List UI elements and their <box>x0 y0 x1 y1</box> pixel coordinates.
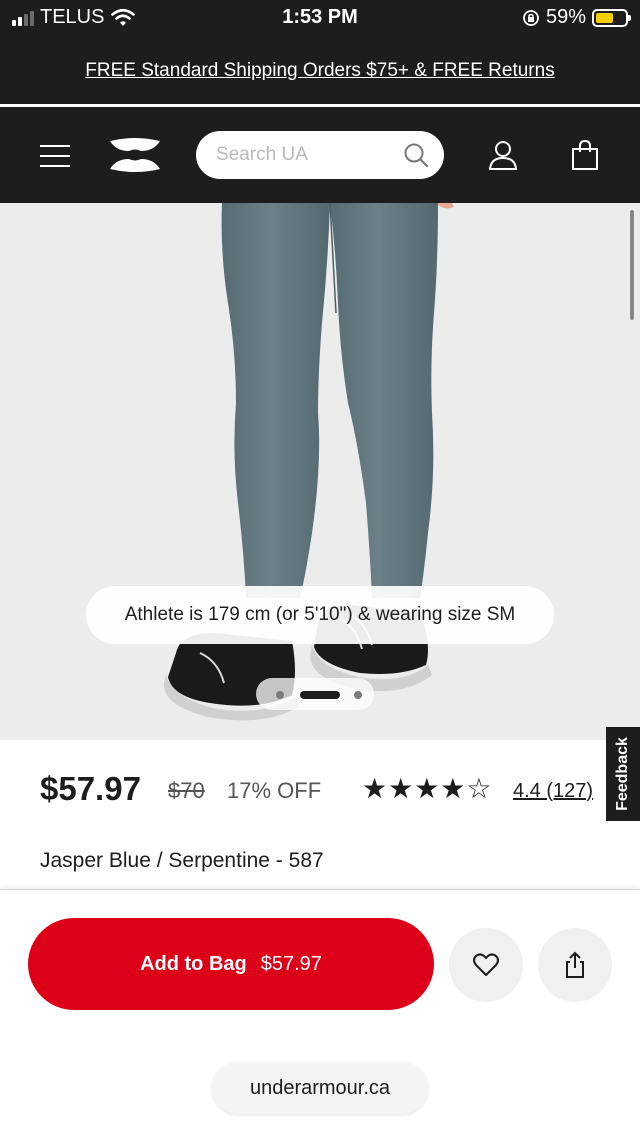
carousel-dot-active[interactable] <box>300 691 340 699</box>
feedback-label[interactable]: Feedback <box>614 737 632 811</box>
battery-percent: 59% <box>545 6 586 28</box>
fit-caption: Athlete is 179 cm (or 5'10") & wearing s… <box>86 586 554 644</box>
page-scrollbar[interactable] <box>630 210 634 320</box>
battery-fill <box>596 12 613 23</box>
status-bar: TELUS 1:53 PM 59% <box>0 0 640 36</box>
add-to-bag-price[interactable]: $57.97 <box>261 953 322 975</box>
menu-icon[interactable] <box>40 145 70 167</box>
search-input[interactable] <box>216 141 396 169</box>
orientation-lock-icon <box>523 9 539 26</box>
product-color: Jasper Blue / Serpentine - 587 <box>40 849 324 872</box>
sale-price: $57.97 <box>40 770 141 807</box>
brand-logo[interactable] <box>108 137 162 173</box>
browser-url-pill[interactable]: underarmour.ca <box>212 1062 428 1114</box>
original-price: $70 <box>168 778 205 803</box>
status-right: 59% <box>522 6 631 29</box>
feedback-tab[interactable]: Feedback <box>606 727 640 821</box>
carousel-dot[interactable] <box>276 691 284 699</box>
rating-link[interactable]: 4.4 (127) <box>513 780 593 803</box>
add-to-bag-button[interactable]: Add to Bag $57.97 <box>28 918 434 1010</box>
site-header <box>0 107 640 203</box>
heart-icon[interactable] <box>472 951 500 979</box>
add-to-bag-label[interactable]: Add to Bag <box>140 953 247 975</box>
carousel-dot[interactable] <box>354 691 362 699</box>
share-button[interactable] <box>538 928 612 1002</box>
bag-icon[interactable] <box>570 139 600 171</box>
discount-label: 17% OFF <box>227 778 322 803</box>
wishlist-button[interactable] <box>449 928 523 1002</box>
carousel-indicator[interactable] <box>256 678 374 710</box>
product-image[interactable] <box>0 203 640 740</box>
promo-banner[interactable]: FREE Standard Shipping Orders $75+ & FRE… <box>0 36 640 104</box>
battery-icon <box>592 8 631 27</box>
search-icon[interactable] <box>402 141 430 169</box>
share-icon[interactable] <box>561 951 589 979</box>
search-box[interactable] <box>196 131 444 179</box>
promo-link[interactable]: FREE Standard Shipping Orders $75+ & FRE… <box>85 60 554 82</box>
product-photo <box>163 203 454 721</box>
star-rating-icon: ★★★★☆ <box>362 773 493 804</box>
account-icon[interactable] <box>488 139 518 171</box>
